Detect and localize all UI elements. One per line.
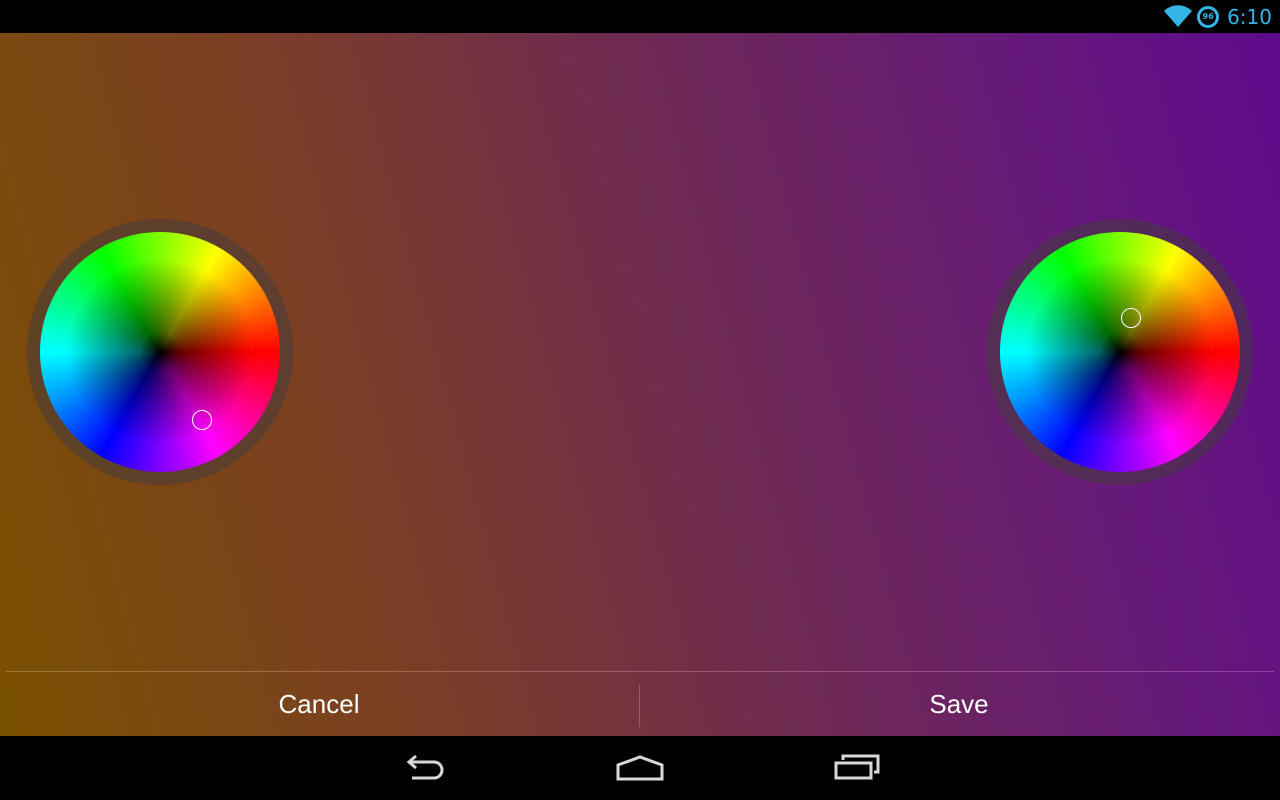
back-button[interactable] [376, 744, 472, 792]
home-button[interactable] [592, 744, 688, 792]
home-icon [616, 755, 664, 781]
screen: 96 6:10 Cancel Save [0, 0, 1280, 800]
right-color-selector-handle[interactable] [1121, 308, 1141, 328]
clock: 6:10 [1227, 4, 1272, 29]
left-color-picker [27, 219, 293, 485]
status-icons: 96 6:10 [1163, 0, 1272, 33]
recents-button[interactable] [809, 744, 905, 792]
left-color-selector-handle[interactable] [192, 410, 212, 430]
save-button[interactable]: Save [640, 672, 1278, 736]
battery-level: 96 [1202, 12, 1214, 21]
battery-icon: 96 [1197, 5, 1220, 28]
gradient-preview: Cancel Save [0, 33, 1280, 736]
navigation-bar [0, 736, 1280, 800]
right-color-wheel[interactable] [1000, 232, 1240, 472]
left-color-wheel[interactable] [40, 232, 280, 472]
dialog-button-bar: Cancel Save [0, 671, 1280, 736]
wifi-icon [1164, 4, 1193, 27]
status-bar: 96 6:10 [0, 0, 1280, 33]
recents-icon [834, 754, 880, 780]
cancel-button[interactable]: Cancel [0, 672, 638, 736]
back-icon [406, 754, 444, 780]
right-color-picker [987, 219, 1253, 485]
